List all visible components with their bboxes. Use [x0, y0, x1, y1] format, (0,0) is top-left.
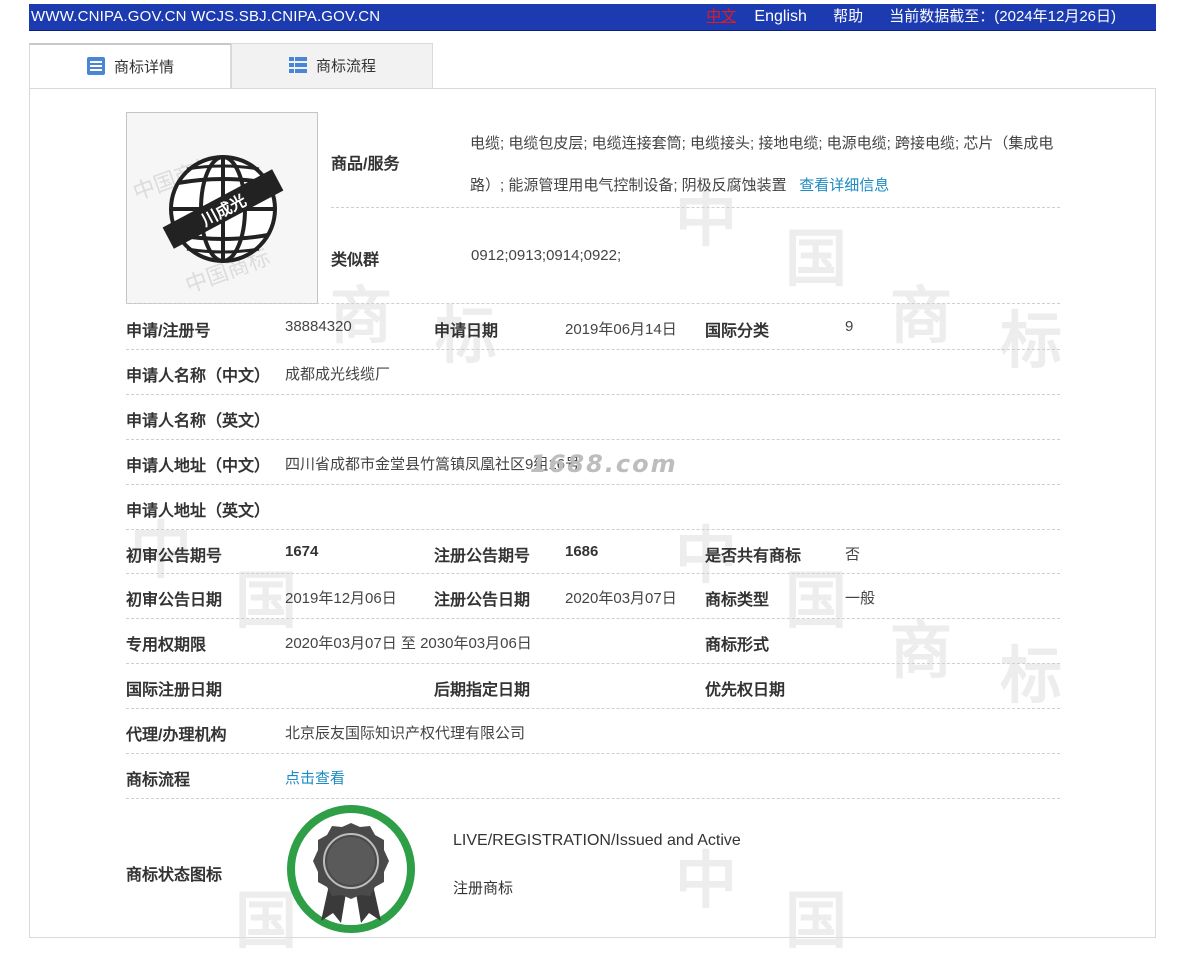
view-detail-link[interactable]: 查看详细信息 — [799, 177, 889, 194]
tab-trademark-detail[interactable]: 商标详情 — [29, 43, 231, 89]
address-cn-label: 申请人地址（中文） — [126, 458, 271, 475]
address-en-label: 申请人地址（英文） — [126, 503, 271, 520]
divider — [126, 708, 1060, 709]
tm-form-label: 商标形式 — [705, 637, 770, 654]
divider — [126, 394, 1060, 395]
tab-label: 商标流程 — [315, 58, 376, 75]
reg-pub-date-value: 2020年03月07日 — [565, 590, 677, 607]
table-grid-icon — [288, 57, 307, 73]
later-designation-label: 后期指定日期 — [434, 682, 531, 699]
applicant-en-label: 申请人名称（英文） — [126, 413, 271, 430]
reg-no-value: 38884320 — [285, 318, 352, 335]
exclusive-value: 2020年03月07日 至 2030年03月06日 — [285, 635, 532, 652]
divider — [126, 798, 1060, 799]
data-date-text: 当前数据截至：(2024年12月26日) — [889, 8, 1116, 25]
shared-value: 否 — [845, 546, 861, 563]
watermark-text: 1688.com — [530, 450, 678, 478]
app-date-value: 2019年06月14日 — [565, 321, 677, 338]
prelim-date-label: 初审公告日期 — [126, 592, 223, 609]
reg-pub-date-label: 注册公告日期 — [434, 592, 531, 609]
tab-label: 商标详情 — [113, 59, 174, 76]
shared-label: 是否共有商标 — [705, 548, 802, 565]
agent-label: 代理/办理机构 — [126, 727, 227, 744]
tab-trademark-process[interactable]: 商标流程 — [231, 43, 433, 88]
document-list-icon — [86, 57, 105, 75]
help-link[interactable]: 帮助 — [833, 8, 863, 25]
divider — [331, 207, 1060, 208]
reg-no-label: 申请/注册号 — [126, 323, 211, 340]
process-link[interactable]: 点击查看 — [285, 767, 345, 788]
reg-pub-no-label: 注册公告期号 — [434, 548, 531, 565]
intl-reg-date-label: 国际注册日期 — [126, 682, 223, 699]
goods-label: 商品/服务 — [331, 156, 400, 173]
app-date-label: 申请日期 — [434, 323, 499, 340]
tm-type-value: 一般 — [845, 590, 876, 607]
divider — [126, 663, 1060, 664]
similar-group-label: 类似群 — [331, 252, 380, 269]
tm-type-label: 商标类型 — [705, 592, 770, 609]
intl-class-label: 国际分类 — [705, 323, 770, 340]
divider — [126, 529, 1060, 530]
status-en-text: LIVE/REGISTRATION/Issued and Active — [453, 832, 741, 849]
similar-group-value: 0912;0913;0914;0922; — [471, 247, 622, 264]
prelim-date-value: 2019年12月06日 — [285, 590, 397, 607]
divider — [126, 484, 1060, 485]
globe-trademark-image: 中国商标 中国商标 川成光 — [130, 153, 284, 299]
goods-list-text: 电缆; 电缆包皮层; 电缆连接套筒; 电缆接头; 接地电缆; 电源电缆; 跨接电… — [470, 135, 1054, 194]
applicant-cn-label: 申请人名称（中文） — [126, 368, 271, 385]
divider — [126, 573, 1060, 574]
priority-date-label: 优先权日期 — [705, 682, 786, 699]
site-links[interactable]: WWW.CNIPA.GOV.CN WCJS.SBJ.CNIPA.GOV.CN — [31, 4, 380, 30]
divider — [126, 618, 1060, 619]
applicant-cn-value: 成都成光线缆厂 — [285, 366, 391, 383]
status-cn-text: 注册商标 — [453, 880, 514, 897]
prelim-no-value[interactable]: 1674 — [285, 543, 318, 560]
prelim-no-label: 初审公告期号 — [126, 548, 223, 565]
divider — [126, 303, 1060, 304]
top-bar: WWW.CNIPA.GOV.CN WCJS.SBJ.CNIPA.GOV.CN 中… — [29, 4, 1156, 31]
intl-class-value: 9 — [845, 318, 854, 335]
divider — [126, 349, 1060, 350]
top-bar-right: 中文 English 帮助 当前数据截至：(2024年12月26日) — [692, 4, 1116, 30]
registered-status-badge-icon — [287, 805, 415, 933]
lang-zh-link[interactable]: 中文 — [706, 8, 736, 25]
trademark-image[interactable]: 中国商标 中国商标 川成光 — [126, 112, 318, 304]
reg-pub-no-value[interactable]: 1686 — [565, 543, 598, 560]
divider — [126, 439, 1060, 440]
goods-value: 电缆; 电缆包皮层; 电缆连接套筒; 电缆接头; 接地电缆; 电源电缆; 跨接电… — [470, 123, 1060, 207]
lang-en-link[interactable]: English — [754, 8, 806, 25]
agent-value: 北京辰友国际知识产权代理有限公司 — [285, 725, 526, 742]
process-label: 商标流程 — [126, 772, 191, 789]
divider — [126, 753, 1060, 754]
exclusive-label: 专用权期限 — [126, 637, 207, 654]
status-label: 商标状态图标 — [126, 867, 223, 884]
